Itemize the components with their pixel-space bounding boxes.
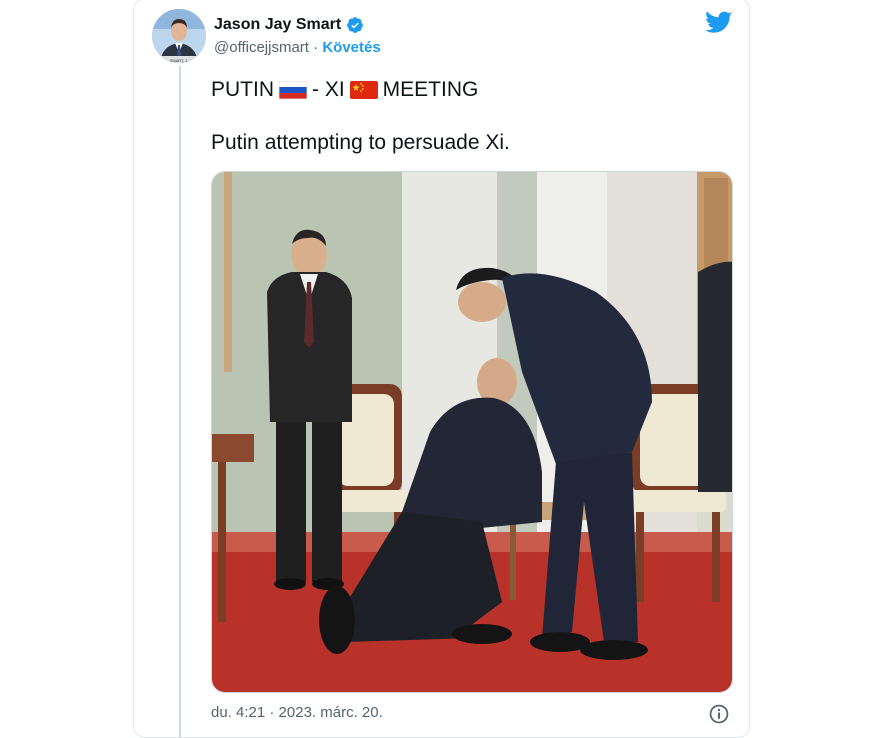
avatar[interactable]: SMART, J. [152, 9, 206, 63]
info-icon[interactable] [708, 703, 730, 725]
thread-line [179, 66, 181, 738]
tweet-text-line1: PUTIN - XI MEETING [211, 78, 478, 102]
author-name[interactable]: Jason Jay Smart [214, 16, 341, 34]
tweet-word-putin: PUTIN [211, 78, 274, 101]
handle-separator: · [308, 39, 323, 56]
china-flag-icon [349, 81, 378, 99]
tweet-text-line2: Putin attempting to persuade Xi. [211, 131, 510, 154]
russia-flag-icon [279, 81, 307, 99]
author-handle-row: @officejjsmart · Követés [214, 39, 381, 56]
tweet-word-xi: - XI [312, 78, 345, 101]
author-handle[interactable]: @officejjsmart [214, 39, 309, 56]
tweet-timestamp[interactable]: du. 4:21 · 2023. márc. 20. [211, 704, 383, 721]
twitter-bird-icon[interactable] [705, 11, 733, 35]
tweet-media-photo[interactable] [211, 171, 733, 693]
verified-badge-icon [347, 17, 364, 33]
tweet-word-meeting: MEETING [382, 78, 479, 101]
meeting-photo [212, 172, 732, 692]
author-name-row: Jason Jay Smart [214, 16, 364, 34]
follow-button[interactable]: Követés [322, 39, 380, 56]
avatar-photo: SMART, J. [152, 9, 206, 63]
